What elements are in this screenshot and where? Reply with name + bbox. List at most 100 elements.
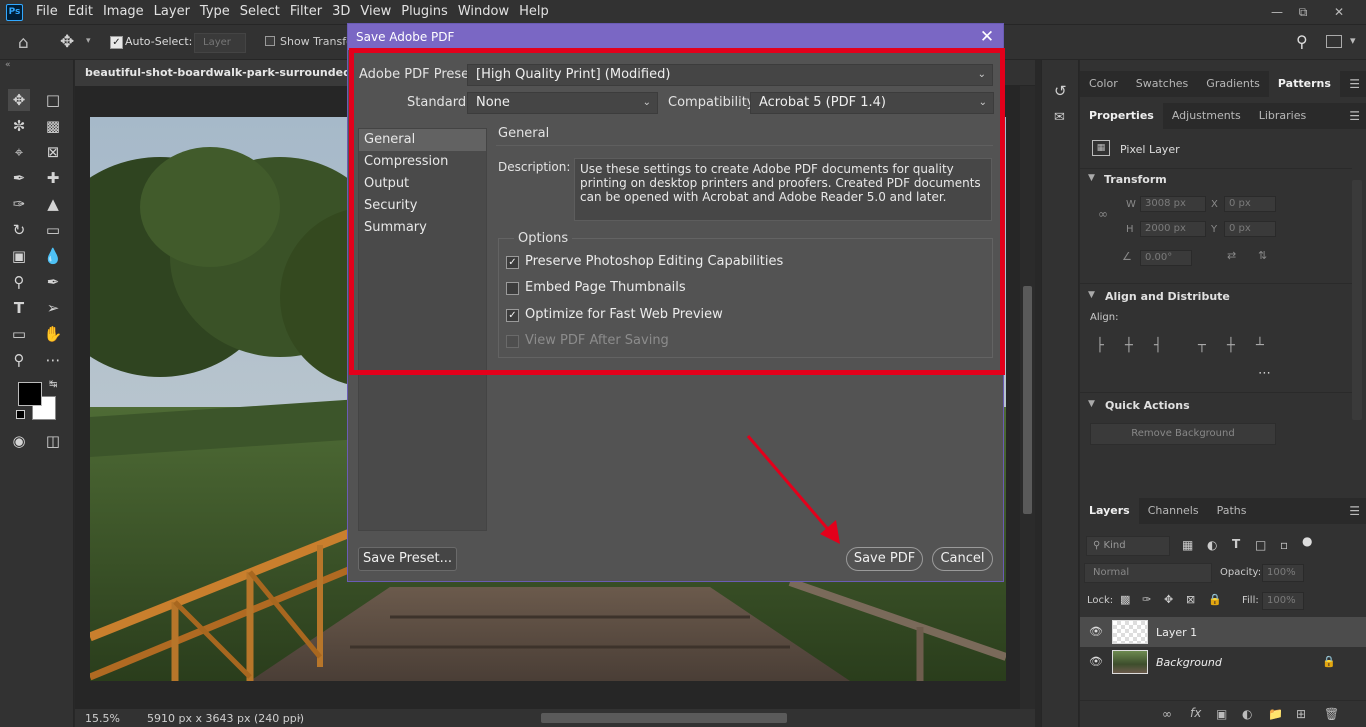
crop-tool-icon[interactable]: ⌖	[8, 141, 30, 163]
close-window-icon[interactable]: ✕	[1324, 0, 1354, 24]
lock-transparent-icon[interactable]: ▩	[1120, 593, 1130, 606]
layer-row[interactable]: 👁 Layer 1	[1080, 617, 1366, 647]
align-top-icon[interactable]: ┬	[1198, 338, 1206, 353]
default-colors-icon[interactable]	[16, 410, 25, 419]
dialog-close-icon[interactable]: ✕	[977, 24, 997, 50]
horizontal-scrollbar[interactable]	[541, 713, 787, 723]
align-center-icon[interactable]: ┼	[1125, 338, 1133, 353]
menu-view[interactable]: View	[355, 0, 396, 24]
panel-menu-icon[interactable]: ☰	[1349, 103, 1360, 129]
nav-output[interactable]: Output	[359, 173, 486, 195]
type-tool-icon[interactable]: T	[8, 297, 30, 319]
workspace-chevron-icon[interactable]: ▾	[1350, 34, 1356, 47]
eraser-tool-icon[interactable]: ▭	[42, 219, 64, 241]
frame-tool-icon[interactable]: ⊠	[42, 141, 64, 163]
chevron-down-icon[interactable]: ▼	[1088, 173, 1095, 183]
layer-name[interactable]: Background	[1156, 656, 1222, 669]
menu-select[interactable]: Select	[235, 0, 285, 24]
new-group-icon[interactable]: 📁	[1268, 707, 1283, 721]
filter-type-icon[interactable]: T	[1232, 537, 1240, 551]
flip-vertical-icon[interactable]: ⇅	[1258, 249, 1267, 262]
width-field[interactable]: 3008 px	[1140, 196, 1206, 212]
lock-artboard-icon[interactable]: ⊠	[1186, 593, 1195, 606]
standard-select[interactable]: None ⌄	[467, 92, 658, 114]
nav-general[interactable]: General	[359, 129, 486, 151]
gradient-tool-icon[interactable]: ▣	[8, 245, 30, 267]
vertical-scroll-thumb[interactable]	[1023, 286, 1032, 514]
comments-panel-icon[interactable]: ✉	[1054, 110, 1065, 125]
menu-help[interactable]: Help	[514, 0, 554, 24]
filter-adjustment-icon[interactable]: ◐	[1207, 538, 1217, 552]
history-brush-icon[interactable]: ↻	[8, 219, 30, 241]
collapse-arrows-icon[interactable]: «	[5, 60, 11, 70]
menu-filter[interactable]: Filter	[285, 0, 327, 24]
eyedropper-icon[interactable]: ✒	[8, 167, 30, 189]
document-tab[interactable]: beautiful-shot-boardwalk-park-surrounded…	[75, 60, 365, 86]
align-right-icon[interactable]: ┤	[1154, 338, 1162, 353]
zoom-level[interactable]: 15.5%	[85, 712, 120, 725]
healing-brush-icon[interactable]: ✚	[42, 167, 64, 189]
x-field[interactable]: 0 px	[1224, 196, 1276, 212]
rectangle-tool-icon[interactable]: ▭	[8, 323, 30, 345]
menu-file[interactable]: File	[31, 0, 63, 24]
eye-icon[interactable]: 👁	[1089, 625, 1103, 638]
embed-thumbnails-checkbox[interactable]	[506, 282, 519, 295]
brush-tool-icon[interactable]: ✑	[8, 193, 30, 215]
status-chevron-icon[interactable]: ›	[297, 711, 301, 724]
path-select-icon[interactable]: ➢	[42, 297, 64, 319]
history-panel-icon[interactable]: ↺	[1054, 82, 1067, 100]
auto-select-dropdown[interactable]: Layer	[194, 33, 246, 53]
adjustment-layer-icon[interactable]: ◐	[1242, 707, 1252, 721]
filter-toggle-icon[interactable]: ●	[1302, 534, 1312, 548]
nav-compression[interactable]: Compression	[359, 151, 486, 173]
stamp-tool-icon[interactable]: ▲	[42, 193, 64, 215]
filter-shape-icon[interactable]: □	[1255, 538, 1266, 552]
menu-image[interactable]: Image	[98, 0, 149, 24]
description-textarea[interactable]: Use these settings to create Adobe PDF d…	[574, 158, 992, 221]
lock-all-icon[interactable]: 🔒	[1208, 593, 1222, 606]
more-tools-icon[interactable]: ⋯	[42, 349, 64, 371]
dodge-tool-icon[interactable]: ⚲	[8, 271, 30, 293]
move-tool-icon[interactable]: ✥	[60, 32, 74, 52]
object-select-icon[interactable]: ▩	[42, 115, 64, 137]
workspace-icon[interactable]	[1326, 35, 1342, 48]
nav-summary[interactable]: Summary	[359, 217, 486, 239]
layer-style-icon[interactable]: fx	[1190, 706, 1201, 720]
layer-row[interactable]: 👁 Background 🔒	[1080, 647, 1366, 677]
compatibility-select[interactable]: Acrobat 5 (PDF 1.4) ⌄	[750, 92, 994, 114]
tab-color[interactable]: Color	[1080, 71, 1127, 97]
y-field[interactable]: 0 px	[1224, 221, 1276, 237]
foreground-color-swatch[interactable]	[18, 382, 42, 406]
swap-colors-icon[interactable]: ↹	[49, 379, 57, 390]
fill-field[interactable]: 100%	[1262, 592, 1304, 610]
menu-edit[interactable]: Edit	[63, 0, 98, 24]
properties-scrollbar[interactable]	[1352, 180, 1362, 420]
marquee-tool-icon[interactable]: □	[42, 89, 64, 111]
vertical-scrollbar[interactable]	[1020, 86, 1035, 709]
quick-mask-icon[interactable]: ◉	[8, 430, 30, 452]
align-middle-icon[interactable]: ┼	[1227, 338, 1235, 353]
filter-pixel-icon[interactable]: ▦	[1182, 538, 1193, 552]
height-field[interactable]: 2000 px	[1140, 221, 1206, 237]
align-bottom-icon[interactable]: ┴	[1256, 338, 1264, 353]
remove-background-button[interactable]: Remove Background	[1090, 423, 1276, 445]
hand-tool-icon[interactable]: ✋	[42, 323, 64, 345]
nav-security[interactable]: Security	[359, 195, 486, 217]
lock-position-icon[interactable]: ✥	[1164, 593, 1173, 606]
blur-tool-icon[interactable]: 💧	[42, 245, 64, 267]
delete-layer-icon[interactable]: 🗑	[1324, 707, 1339, 721]
layer-mask-icon[interactable]: ▣	[1216, 707, 1227, 721]
auto-select-checkbox[interactable]: ✓	[110, 36, 123, 49]
align-left-icon[interactable]: ├	[1096, 338, 1104, 353]
preset-select[interactable]: [High Quality Print] (Modified) ⌄	[467, 64, 993, 86]
fast-web-preview-checkbox[interactable]: ✓	[506, 309, 519, 322]
show-transform-checkbox[interactable]	[265, 36, 275, 46]
tab-adjustments[interactable]: Adjustments	[1163, 103, 1250, 129]
save-preset-button[interactable]: Save Preset...	[358, 547, 457, 571]
panel-menu-icon[interactable]: ☰	[1349, 498, 1360, 524]
cancel-button[interactable]: Cancel	[932, 547, 993, 571]
search-icon[interactable]: ⚲	[1296, 32, 1308, 51]
more-options-icon[interactable]: ⋯	[1258, 366, 1271, 381]
tab-channels[interactable]: Channels	[1139, 498, 1208, 524]
tab-paths[interactable]: Paths	[1208, 498, 1256, 524]
